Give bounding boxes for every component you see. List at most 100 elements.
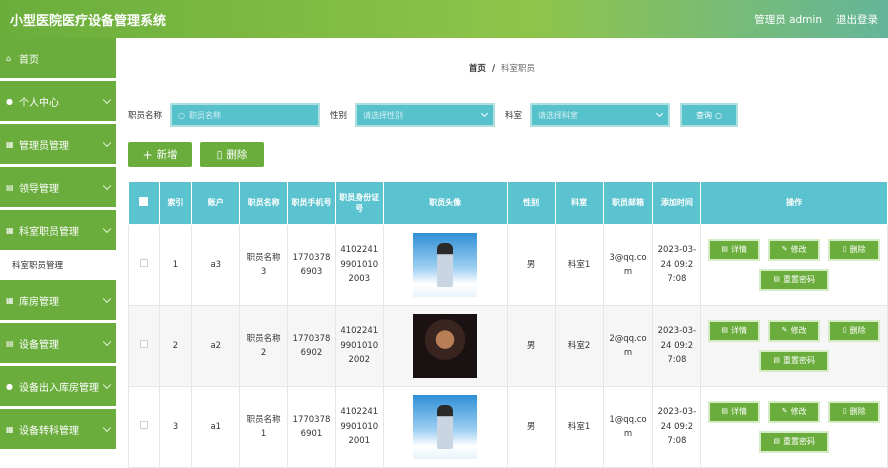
cell-index: 1 [158, 224, 193, 306]
cell-idcard: 410224199010102001 [334, 386, 384, 468]
name-search-input[interactable]: ○ 职员名称 [170, 103, 321, 127]
detail-button[interactable]: ▤ 详情 [708, 239, 761, 261]
search-icon: ○ [715, 110, 723, 120]
cell-email: 2@qq.com [602, 305, 654, 387]
sidebar-item-3[interactable]: ▤ 领导管理 [0, 167, 116, 207]
delete-button[interactable]: ▯ 删除 [828, 401, 881, 423]
column-header: 职员名称 [239, 181, 289, 225]
sidebar-item-label: 领导管理 [19, 183, 59, 195]
document-icon: ▤ [773, 356, 780, 365]
detail-button[interactable]: ▤ 详情 [708, 401, 761, 423]
cell-account: a1 [191, 386, 241, 468]
user-icon: ● [6, 381, 13, 391]
dept-select[interactable]: 请选择科室 [530, 103, 671, 127]
edit-button[interactable]: ✎ 修改 [768, 320, 821, 342]
gender-select[interactable]: 请选择性别 [355, 103, 496, 127]
cell-time: 2023-03-24 09:27:08 [652, 386, 702, 468]
home-icon: ⌂ [6, 53, 12, 63]
staff-avatar-image [413, 314, 478, 378]
cell-gender: 男 [506, 386, 556, 468]
list-icon: ▤ [6, 338, 14, 348]
breadcrumb-home[interactable]: 首页 [469, 64, 486, 74]
table-body: 1 a3 职员名称3 17703786903 410224199010102003 男科室… [128, 224, 888, 468]
edit-button[interactable]: ✎ 修改 [768, 239, 821, 261]
detail-button[interactable]: ▤ 详情 [708, 320, 761, 342]
reset-password-button[interactable]: ▤ 重置密码 [759, 350, 830, 372]
chevron-down-icon [102, 380, 112, 390]
user-icon: ● [6, 96, 13, 106]
cell-account: a2 [191, 305, 241, 387]
edit-icon: ✎ [781, 326, 788, 335]
cell-gender: 男 [506, 305, 556, 387]
dept-label: 科室 [505, 111, 523, 121]
chevron-down-icon [102, 138, 112, 148]
trash-icon: ▯ [842, 326, 847, 335]
sidebar-item-5[interactable]: ▦ 库房管理 [0, 280, 116, 320]
cell-operations: ▤ 详情 ✎ 修改 ▯ 删除 ▤ 重置密码 [700, 224, 888, 306]
cell-avatar [382, 224, 508, 306]
table-row: 1 a3 职员名称3 17703786903 410224199010102003 男科室… [128, 224, 888, 306]
sidebar-item-7[interactable]: ● 设备出入库房管理 [0, 366, 116, 406]
document-icon: ▤ [721, 407, 728, 416]
current-user: 管理员 admin [754, 13, 822, 26]
row-select-cell [128, 386, 160, 468]
table-header-row: 索引 账户 职员名称 职员手机号 职员身份证号 职员头像 性别 科室 职员邮箱 添加时间 操作 [128, 181, 888, 225]
cell-operations: ▤ 详情 ✎ 修改 ▯ 删除 ▤ 重置密码 [700, 305, 888, 387]
logout-link[interactable]: 退出登录 [836, 12, 878, 27]
sidebar-item-0[interactable]: ⌂ 首页 [0, 38, 116, 78]
cell-index: 3 [158, 386, 193, 468]
table-row: 3 a1 职员名称1 17703786901 410224199010102001 男科室… [128, 386, 888, 468]
trash-icon: ▯ [842, 245, 847, 254]
sidebar-subitem-staff[interactable]: 科室职员管理 [0, 253, 116, 277]
gender-label: 性别 [330, 111, 348, 121]
row-checkbox[interactable] [139, 339, 148, 348]
column-header: 性别 [506, 181, 556, 225]
sidebar-item-1[interactable]: ● 个人中心 [0, 81, 116, 121]
document-icon: ▤ [721, 326, 728, 335]
cell-operations: ▤ 详情 ✎ 修改 ▯ 删除 ▤ 重置密码 [700, 386, 888, 468]
sidebar-item-label: 科室职员管理 [19, 226, 79, 238]
edit-button[interactable]: ✎ 修改 [768, 401, 821, 423]
grid-icon: ▦ [6, 424, 14, 434]
sidebar-item-6[interactable]: ▤ 设备管理 [0, 323, 116, 363]
cell-email: 3@qq.com [602, 224, 654, 306]
cell-idcard: 410224199010102002 [334, 305, 384, 387]
sidebar-item-4[interactable]: ▦ 科室职员管理 [0, 210, 116, 250]
cell-idcard: 410224199010102003 [334, 224, 384, 306]
cell-account: a3 [191, 224, 241, 306]
reset-password-button[interactable]: ▤ 重置密码 [759, 269, 830, 291]
grid-icon: ▦ [6, 139, 14, 149]
staff-table: 索引 账户 职员名称 职员手机号 职员身份证号 职员头像 性别 科室 职员邮箱 添加时间 操作 1a… [128, 181, 888, 468]
breadcrumb: 首页 / 科室职员 [116, 62, 888, 74]
cell-time: 2023-03-24 09:27:08 [652, 305, 702, 387]
row-select-cell [128, 224, 160, 306]
sidebar-item-label: 库房管理 [19, 296, 59, 308]
cell-dept: 科室1 [554, 386, 604, 468]
breadcrumb-separator: / [491, 64, 496, 74]
document-icon: ▤ [773, 275, 780, 284]
chevron-down-icon [102, 181, 112, 191]
edit-icon: ✎ [781, 407, 788, 416]
sidebar-item-8[interactable]: ▦ 设备转科管理 [0, 409, 116, 449]
staff-avatar-image [413, 233, 478, 297]
cell-name: 职员名称2 [239, 305, 289, 387]
plus-icon: + [142, 147, 153, 162]
batch-delete-button[interactable]: ▯ 删除 [200, 142, 264, 167]
column-header: 操作 [700, 181, 888, 225]
cell-gender: 男 [506, 224, 556, 306]
add-button[interactable]: + 新增 [128, 142, 192, 167]
cell-phone: 17703786902 [287, 305, 336, 387]
reset-password-button[interactable]: ▤ 重置密码 [759, 431, 830, 453]
search-bar: 职员名称 ○ 职员名称 性别 请选择性别 科室 请选择科室 查询 ○ [128, 103, 739, 127]
query-button[interactable]: 查询 ○ [680, 103, 739, 127]
select-all-checkbox[interactable] [139, 196, 149, 206]
search-icon: ○ [178, 110, 185, 120]
cell-name: 职员名称3 [239, 224, 289, 306]
delete-button[interactable]: ▯ 删除 [828, 239, 881, 261]
trash-icon: ▯ [842, 407, 847, 416]
chevron-down-icon [656, 109, 664, 118]
row-checkbox[interactable] [139, 258, 148, 267]
delete-button[interactable]: ▯ 删除 [828, 320, 881, 342]
sidebar-item-2[interactable]: ▦ 管理员管理 [0, 124, 116, 164]
row-checkbox[interactable] [139, 420, 148, 429]
